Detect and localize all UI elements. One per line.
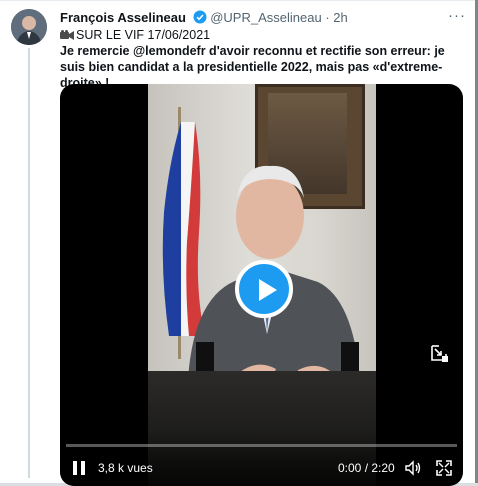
video-player[interactable]: 3,8 k vues 0:00 / 2:20: [60, 84, 463, 486]
tag-line: SUR LE VIF 17/06/2021: [60, 27, 210, 43]
play-button[interactable]: [235, 260, 293, 318]
tweet-header: François Asselineau @UPR_Asselineau · 2h: [60, 9, 348, 27]
fullscreen-button[interactable]: [435, 459, 453, 477]
timestamp[interactable]: 2h: [333, 10, 347, 25]
more-icon[interactable]: ···: [448, 8, 466, 24]
progress-bar[interactable]: [66, 444, 457, 447]
separator-dot: ·: [325, 10, 330, 25]
pause-icon: [73, 461, 85, 475]
thread-line: [28, 48, 30, 478]
timecode: 0:00 / 2:20: [338, 461, 395, 475]
display-name[interactable]: François Asselineau: [60, 10, 186, 25]
volume-icon: [405, 460, 421, 476]
fullscreen-icon: [436, 460, 452, 476]
view-count: 3,8 k vues: [98, 461, 153, 475]
verified-badge-icon: [193, 10, 207, 24]
picture-in-picture-button[interactable]: [426, 340, 452, 366]
frame-line-top: [0, 0, 478, 1]
video-controls: 3,8 k vues 0:00 / 2:20: [60, 430, 463, 486]
pause-button[interactable]: [72, 460, 86, 476]
avatar[interactable]: [11, 9, 47, 45]
handle[interactable]: @UPR_Asselineau: [210, 10, 321, 25]
volume-button[interactable]: [404, 459, 422, 477]
movie-camera-icon: [60, 28, 74, 40]
picture-in-picture-icon: [431, 345, 448, 362]
tag-text: SUR LE VIF 17/06/2021: [76, 28, 211, 42]
play-icon: [259, 279, 277, 301]
